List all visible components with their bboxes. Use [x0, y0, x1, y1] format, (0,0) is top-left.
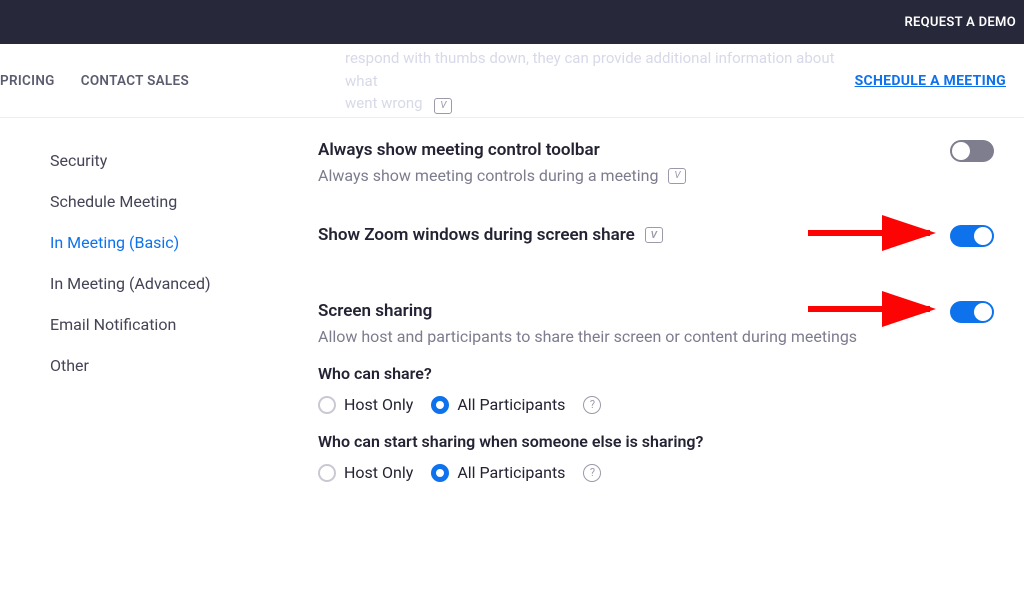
radio-host-only[interactable]: Host Only — [318, 463, 413, 482]
secondary-nav: PRICING CONTACT SALES respond with thumb… — [0, 44, 1024, 118]
radio-icon — [431, 464, 449, 482]
setting-title: Always show meeting control toolbar — [318, 140, 884, 160]
setting-desc: Always show meeting controls during a me… — [318, 166, 884, 185]
nav-contact-sales[interactable]: CONTACT SALES — [81, 73, 189, 89]
nav-pricing[interactable]: PRICING — [0, 73, 55, 89]
setting-show-zoom-windows: Show Zoom windows during screen share V — [318, 225, 994, 245]
toggle-show-zoom-windows[interactable] — [950, 225, 994, 247]
settings-sidenav: Security Schedule Meeting In Meeting (Ba… — [0, 140, 260, 522]
who-can-start-sharing-options: Host Only All Participants ? — [318, 463, 884, 482]
version-icon: V — [645, 227, 663, 243]
setting-desc: Allow host and participants to share the… — [318, 327, 884, 346]
radio-icon — [318, 396, 336, 414]
radio-host-only[interactable]: Host Only — [318, 395, 413, 414]
sidenav-item-in-meeting-basic[interactable]: In Meeting (Basic) — [50, 222, 260, 263]
settings-main: Always show meeting control toolbar Alwa… — [260, 140, 1024, 522]
who-can-share-label: Who can share? — [318, 364, 884, 383]
toggle-always-toolbar[interactable] — [950, 140, 994, 162]
who-can-start-sharing-label: Who can start sharing when someone else … — [318, 432, 884, 451]
setting-always-toolbar: Always show meeting control toolbar Alwa… — [318, 140, 994, 185]
radio-icon — [431, 396, 449, 414]
setting-title: Screen sharing — [318, 301, 884, 321]
sidenav-item-email-notification[interactable]: Email Notification — [50, 304, 260, 345]
version-icon: V — [434, 98, 452, 114]
toggle-screen-sharing[interactable] — [950, 301, 994, 323]
sidenav-item-schedule-meeting[interactable]: Schedule Meeting — [50, 181, 260, 222]
help-icon[interactable]: ? — [583, 464, 601, 482]
faded-previous-setting-text: respond with thumbs down, they can provi… — [345, 44, 865, 118]
top-banner: REQUEST A DEMO — [0, 0, 1024, 44]
radio-icon — [318, 464, 336, 482]
schedule-meeting-link[interactable]: SCHEDULE A MEETING — [855, 73, 1006, 89]
setting-screen-sharing: Screen sharing Allow host and participan… — [318, 301, 994, 482]
version-icon: V — [668, 168, 686, 184]
sidenav-item-other[interactable]: Other — [50, 345, 260, 386]
sidenav-item-in-meeting-advanced[interactable]: In Meeting (Advanced) — [50, 263, 260, 304]
sidenav-item-security[interactable]: Security — [50, 140, 260, 181]
setting-title: Show Zoom windows during screen share V — [318, 225, 884, 245]
help-icon[interactable]: ? — [583, 396, 601, 414]
request-demo-link[interactable]: REQUEST A DEMO — [904, 15, 1024, 30]
radio-all-participants[interactable]: All Participants — [431, 463, 565, 482]
radio-all-participants[interactable]: All Participants — [431, 395, 565, 414]
who-can-share-options: Host Only All Participants ? — [318, 395, 884, 414]
